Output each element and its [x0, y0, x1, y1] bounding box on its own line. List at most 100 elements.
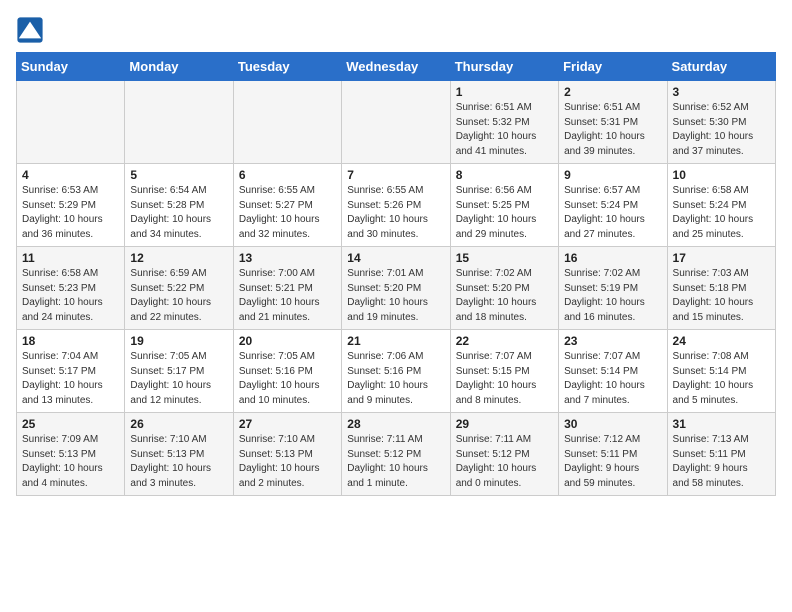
day-number: 3	[673, 85, 770, 99]
day-info: Sunrise: 7:06 AM Sunset: 5:16 PM Dayligh…	[347, 350, 444, 408]
day-info: Sunrise: 6:52 AM Sunset: 5:30 PM Dayligh…	[673, 101, 770, 159]
day-info: Sunrise: 7:11 AM Sunset: 5:12 PM Dayligh…	[456, 433, 553, 491]
day-number: 24	[673, 334, 770, 348]
day-info: Sunrise: 7:08 AM Sunset: 5:14 PM Dayligh…	[673, 350, 770, 408]
day-cell: 6Sunrise: 6:55 AM Sunset: 5:27 PM Daylig…	[233, 164, 341, 247]
calendar-table: SundayMondayTuesdayWednesdayThursdayFrid…	[16, 52, 776, 496]
day-number: 27	[239, 417, 336, 431]
day-info: Sunrise: 7:04 AM Sunset: 5:17 PM Dayligh…	[22, 350, 119, 408]
day-number: 7	[347, 168, 444, 182]
day-cell: 18 Sunrise: 7:04 AM Sunset: 5:17 PM Dayli…	[17, 330, 125, 413]
day-cell: 5 Sunrise: 6:54 AM Sunset: 5:28 PM Daylig…	[125, 164, 233, 247]
header-day-sunday: Sunday	[17, 53, 125, 81]
day-number: 31	[673, 417, 770, 431]
day-cell: 16 Sunrise: 7:02 AM Sunset: 5:19 PM Dayli…	[559, 247, 667, 330]
day-cell: 15 Sunrise: 7:02 AM Sunset: 5:20 PM Dayli…	[450, 247, 558, 330]
day-info: Sunrise: 6:57 AM Sunset: 5:24 PM Dayligh…	[564, 184, 661, 242]
day-cell: 7 Sunrise: 6:55 AM Sunset: 5:26 PM Daylig…	[342, 164, 450, 247]
day-number: 23	[564, 334, 661, 348]
day-info: Sunrise: 6:58 AM Sunset: 5:24 PM Dayligh…	[673, 184, 770, 242]
header-day-thursday: Thursday	[450, 53, 558, 81]
day-number: 10	[673, 168, 770, 182]
header-day-friday: Friday	[559, 53, 667, 81]
day-number: 17	[673, 251, 770, 265]
day-number: 8	[456, 168, 553, 182]
day-cell: 10 Sunrise: 6:58 AM Sunset: 5:24 PM Dayli…	[667, 164, 775, 247]
day-cell: 2Sunrise: 6:51 AM Sunset: 5:31 PM Daylig…	[559, 81, 667, 164]
day-cell: 14 Sunrise: 7:01 AM Sunset: 5:20 PM Dayli…	[342, 247, 450, 330]
day-info: Sunrise: 7:10 AM Sunset: 5:13 PM Dayligh…	[130, 433, 227, 491]
day-cell: 20 Sunrise: 7:05 AM Sunset: 5:16 PM Dayli…	[233, 330, 341, 413]
day-info: Sunrise: 6:54 AM Sunset: 5:28 PM Dayligh…	[130, 184, 227, 242]
day-number: 14	[347, 251, 444, 265]
day-info: Sunrise: 7:05 AM Sunset: 5:16 PM Dayligh…	[239, 350, 336, 408]
day-info: Sunrise: 7:13 AM Sunset: 5:11 PM Dayligh…	[673, 433, 770, 491]
day-cell: 13Sunrise: 7:00 AM Sunset: 5:21 PM Dayli…	[233, 247, 341, 330]
day-number: 30	[564, 417, 661, 431]
day-number: 6	[239, 168, 336, 182]
day-cell: 30Sunrise: 7:12 AM Sunset: 5:11 PM Dayli…	[559, 413, 667, 496]
week-row-3: 11Sunrise: 6:58 AM Sunset: 5:23 PM Dayli…	[17, 247, 776, 330]
header-day-wednesday: Wednesday	[342, 53, 450, 81]
day-cell: 3 Sunrise: 6:52 AM Sunset: 5:30 PM Daylig…	[667, 81, 775, 164]
day-number: 21	[347, 334, 444, 348]
day-cell: 17Sunrise: 7:03 AM Sunset: 5:18 PM Dayli…	[667, 247, 775, 330]
day-cell: 8 Sunrise: 6:56 AM Sunset: 5:25 PM Daylig…	[450, 164, 558, 247]
day-info: Sunrise: 7:07 AM Sunset: 5:15 PM Dayligh…	[456, 350, 553, 408]
day-cell: 28 Sunrise: 7:11 AM Sunset: 5:12 PM Dayli…	[342, 413, 450, 496]
week-row-1: 1 Sunrise: 6:51 AM Sunset: 5:32 PM Daylig…	[17, 81, 776, 164]
day-info: Sunrise: 7:02 AM Sunset: 5:20 PM Dayligh…	[456, 267, 553, 325]
day-cell	[125, 81, 233, 164]
day-cell	[17, 81, 125, 164]
day-number: 1	[456, 85, 553, 99]
day-info: Sunrise: 7:05 AM Sunset: 5:17 PM Dayligh…	[130, 350, 227, 408]
day-info: Sunrise: 6:55 AM Sunset: 5:26 PM Dayligh…	[347, 184, 444, 242]
day-info: Sunrise: 7:00 AM Sunset: 5:21 PM Dayligh…	[239, 267, 336, 325]
day-cell: 4 Sunrise: 6:53 AM Sunset: 5:29 PM Daylig…	[17, 164, 125, 247]
day-cell: 1 Sunrise: 6:51 AM Sunset: 5:32 PM Daylig…	[450, 81, 558, 164]
day-info: Sunrise: 7:09 AM Sunset: 5:13 PM Dayligh…	[22, 433, 119, 491]
day-info: Sunrise: 7:11 AM Sunset: 5:12 PM Dayligh…	[347, 433, 444, 491]
day-cell: 27 Sunrise: 7:10 AM Sunset: 5:13 PM Dayli…	[233, 413, 341, 496]
day-info: Sunrise: 7:01 AM Sunset: 5:20 PM Dayligh…	[347, 267, 444, 325]
calendar-body: 1 Sunrise: 6:51 AM Sunset: 5:32 PM Daylig…	[17, 81, 776, 496]
day-number: 22	[456, 334, 553, 348]
day-number: 26	[130, 417, 227, 431]
day-cell: 9Sunrise: 6:57 AM Sunset: 5:24 PM Daylig…	[559, 164, 667, 247]
day-cell	[342, 81, 450, 164]
day-cell: 21 Sunrise: 7:06 AM Sunset: 5:16 PM Dayli…	[342, 330, 450, 413]
day-cell: 31 Sunrise: 7:13 AM Sunset: 5:11 PM Dayli…	[667, 413, 775, 496]
calendar-header: SundayMondayTuesdayWednesdayThursdayFrid…	[17, 53, 776, 81]
day-number: 15	[456, 251, 553, 265]
day-info: Sunrise: 6:56 AM Sunset: 5:25 PM Dayligh…	[456, 184, 553, 242]
day-info: Sunrise: 7:10 AM Sunset: 5:13 PM Dayligh…	[239, 433, 336, 491]
day-cell	[233, 81, 341, 164]
header-day-monday: Monday	[125, 53, 233, 81]
day-number: 18	[22, 334, 119, 348]
header-day-saturday: Saturday	[667, 53, 775, 81]
day-info: Sunrise: 7:02 AM Sunset: 5:19 PM Dayligh…	[564, 267, 661, 325]
day-cell: 26 Sunrise: 7:10 AM Sunset: 5:13 PM Dayli…	[125, 413, 233, 496]
page-header	[16, 16, 776, 44]
day-number: 4	[22, 168, 119, 182]
header-row: SundayMondayTuesdayWednesdayThursdayFrid…	[17, 53, 776, 81]
day-cell: 12Sunrise: 6:59 AM Sunset: 5:22 PM Dayli…	[125, 247, 233, 330]
day-number: 12	[130, 251, 227, 265]
day-info: Sunrise: 6:58 AM Sunset: 5:23 PM Dayligh…	[22, 267, 119, 325]
day-number: 19	[130, 334, 227, 348]
day-number: 20	[239, 334, 336, 348]
day-number: 16	[564, 251, 661, 265]
logo	[16, 16, 48, 44]
day-info: Sunrise: 6:51 AM Sunset: 5:31 PM Dayligh…	[564, 101, 661, 159]
day-number: 5	[130, 168, 227, 182]
day-cell: 24 Sunrise: 7:08 AM Sunset: 5:14 PM Dayli…	[667, 330, 775, 413]
week-row-4: 18 Sunrise: 7:04 AM Sunset: 5:17 PM Dayli…	[17, 330, 776, 413]
header-day-tuesday: Tuesday	[233, 53, 341, 81]
day-info: Sunrise: 6:53 AM Sunset: 5:29 PM Dayligh…	[22, 184, 119, 242]
week-row-5: 25 Sunrise: 7:09 AM Sunset: 5:13 PM Dayli…	[17, 413, 776, 496]
day-number: 28	[347, 417, 444, 431]
day-info: Sunrise: 6:51 AM Sunset: 5:32 PM Dayligh…	[456, 101, 553, 159]
day-cell: 23Sunrise: 7:07 AM Sunset: 5:14 PM Dayli…	[559, 330, 667, 413]
day-cell: 29Sunrise: 7:11 AM Sunset: 5:12 PM Dayli…	[450, 413, 558, 496]
day-number: 25	[22, 417, 119, 431]
